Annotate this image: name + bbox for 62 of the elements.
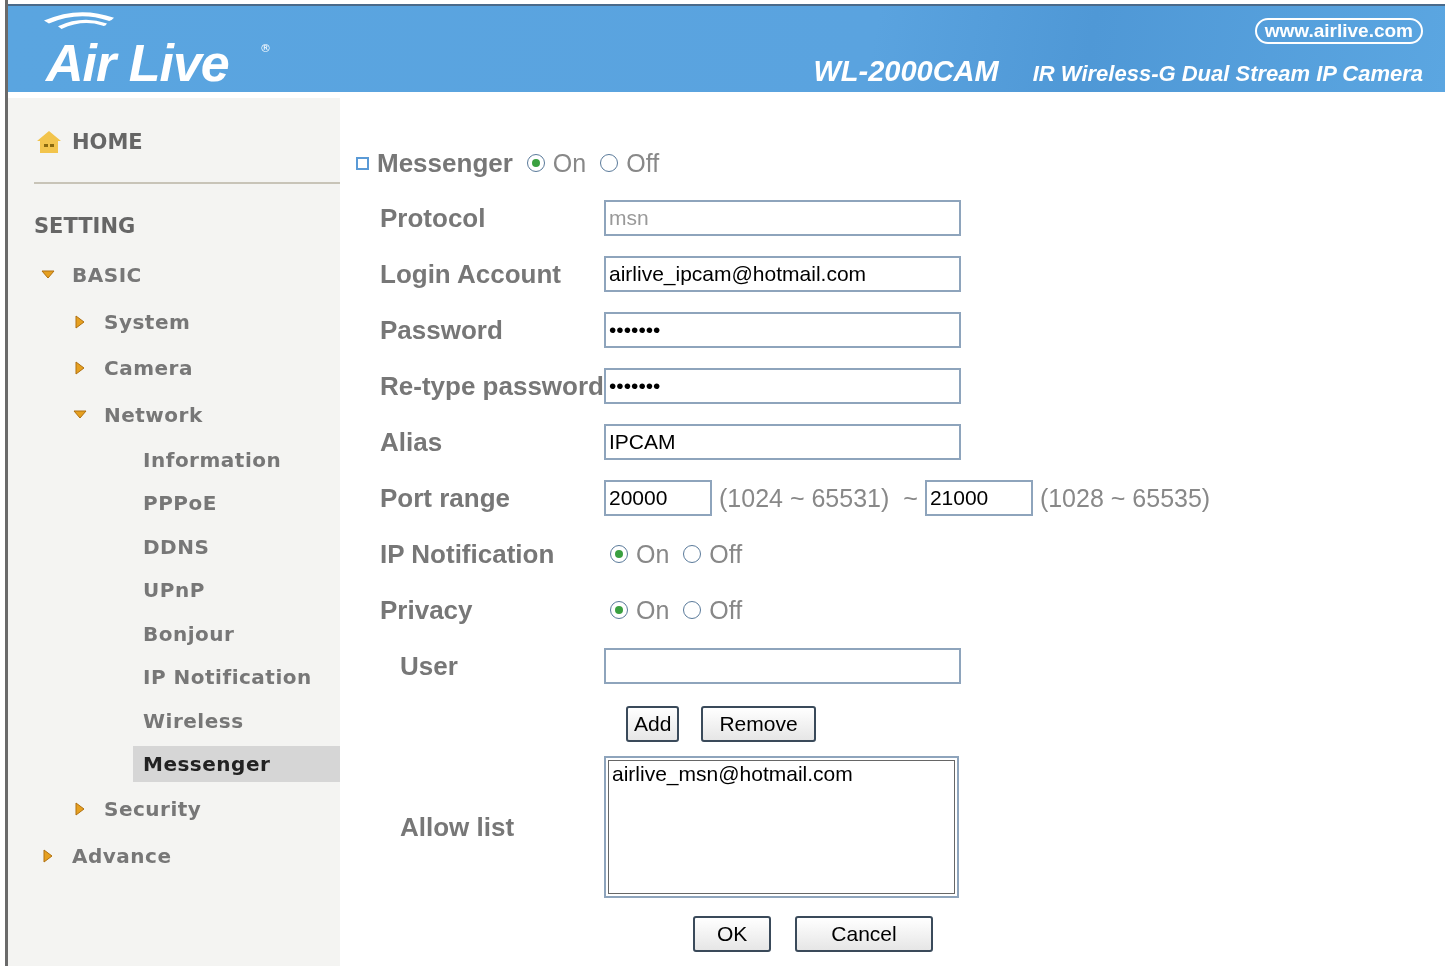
registered-mark: ® (260, 42, 271, 55)
radio-label: Off (709, 595, 743, 625)
list-box[interactable]: airlive_msn@hotmail.com (604, 756, 959, 898)
product-name: IR Wireless-G Dual Stream IP Camera (1032, 61, 1423, 87)
model-name: WL-2000CAM (813, 55, 999, 88)
section-heading: SETTING (33, 214, 137, 240)
menu-item[interactable]: Security (104, 791, 212, 828)
field-label: Allow list (399, 811, 516, 843)
action-button[interactable]: OK (693, 916, 772, 952)
radio-button[interactable] (526, 154, 545, 172)
field-label: Login Account (379, 258, 562, 290)
input-field[interactable]: 20000 (604, 480, 712, 516)
radio-button[interactable] (683, 545, 702, 563)
input-field[interactable]: 21000 (924, 480, 1033, 516)
menu-item[interactable]: Wireless (133, 702, 254, 739)
radio-label: Off (626, 148, 660, 178)
radio-button[interactable] (683, 601, 702, 619)
menu-item[interactable]: BASIC (72, 257, 152, 294)
radio-button[interactable] (610, 601, 628, 619)
radio-label: On (636, 539, 670, 569)
section-title: Messenger (377, 147, 513, 179)
field-label: Re-type password (379, 370, 604, 402)
input-field[interactable]: airlive_ipcam@hotmail.com (604, 256, 961, 292)
field-label: Privacy (379, 594, 474, 626)
menu-item[interactable]: System (104, 303, 201, 340)
menu-item[interactable]: PPPoE (133, 485, 227, 522)
menu-item[interactable]: Messenger (133, 746, 340, 783)
menu-item[interactable]: DDNS (133, 528, 220, 565)
home-link[interactable]: HOME (72, 130, 143, 154)
field-label: Alias (379, 426, 444, 458)
action-button[interactable]: Cancel (795, 916, 933, 952)
tilde-separator: ~ (903, 483, 918, 513)
menu-item[interactable]: Advance (72, 837, 182, 874)
radio-button[interactable] (610, 545, 628, 563)
square-icon (356, 156, 369, 170)
range-hint: (1024 ~ 65531) (719, 483, 890, 513)
input-field[interactable]: ••••••• (604, 368, 961, 404)
input-field[interactable]: IPCAM (604, 424, 961, 460)
menu-item[interactable]: Information (133, 441, 292, 478)
website-link[interactable]: www.airlive.com (1254, 18, 1423, 44)
menu-item[interactable]: Bonjour (133, 615, 245, 652)
menu-item[interactable]: Network (104, 396, 213, 433)
list-item[interactable]: airlive_msn@hotmail.com (612, 762, 951, 786)
radio-label: On (552, 148, 587, 178)
field-label: Protocol (379, 202, 487, 234)
input-field[interactable]: ••••••• (604, 312, 961, 348)
input-field[interactable] (604, 648, 961, 684)
radio-button[interactable] (600, 154, 619, 172)
menu-item[interactable]: IP Notification (133, 659, 322, 696)
action-button[interactable]: Add (626, 706, 680, 742)
house-icon (36, 130, 62, 154)
action-button[interactable]: Remove (701, 706, 816, 742)
range-hint: (1028 ~ 65535) (1039, 483, 1211, 513)
logo-text: Air Live (46, 37, 229, 89)
radio-label: Off (709, 539, 743, 569)
radio-label: On (636, 595, 670, 625)
field-label: IP Notification (379, 538, 556, 570)
field-label: Password (379, 314, 504, 346)
menu-item[interactable]: Camera (104, 350, 203, 387)
menu-item[interactable]: UPnP (133, 572, 215, 609)
field-label: Port range (379, 482, 512, 514)
field-label: User (399, 650, 459, 682)
